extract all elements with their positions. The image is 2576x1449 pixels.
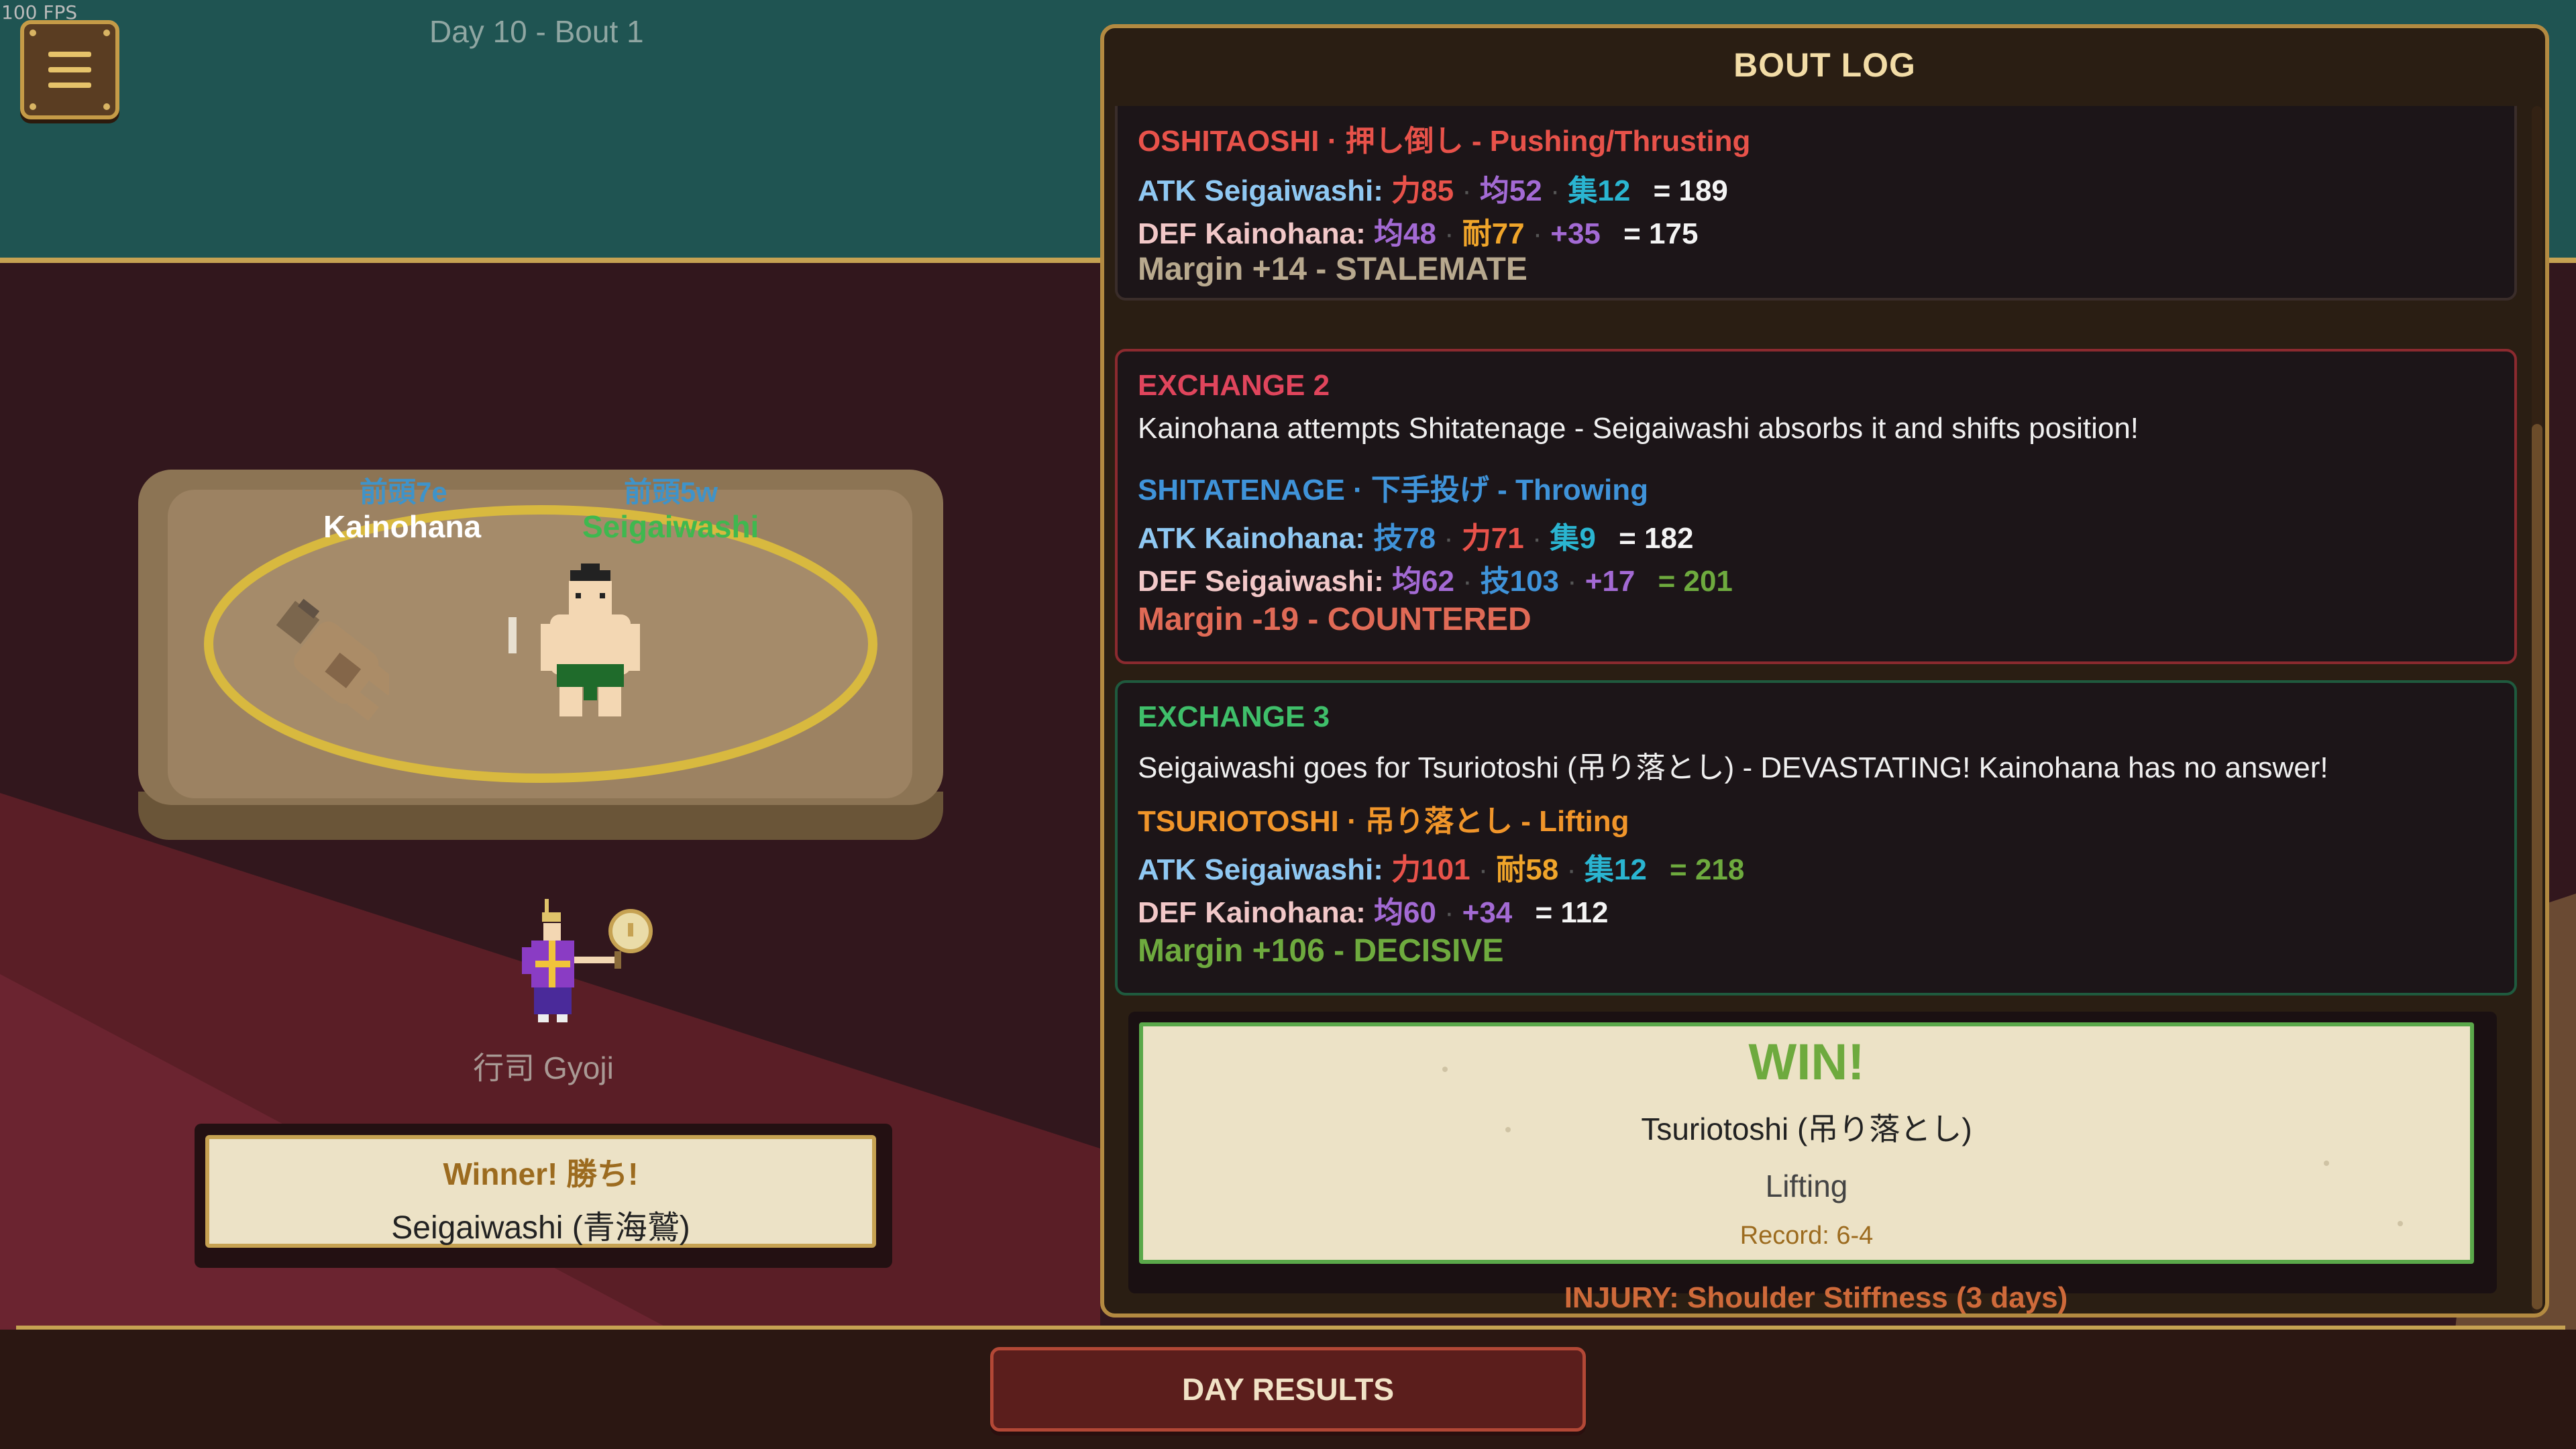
separator-dot: · bbox=[1567, 565, 1577, 598]
separator-dot: · bbox=[1478, 853, 1489, 886]
stat-value: 集12 bbox=[1568, 174, 1631, 207]
margin-line: Margin +14 - STALEMATE bbox=[1138, 252, 1527, 287]
separator-dot: · bbox=[1444, 522, 1454, 555]
atk-total: = 218 bbox=[1670, 853, 1745, 886]
result-headline: WIN! bbox=[1748, 1034, 1865, 1091]
stat-value: 力71 bbox=[1461, 522, 1524, 555]
atk-stat-line: ATK Seigaiwashi: 力85 · 均52 · 集12 = 189 bbox=[1138, 166, 1728, 209]
east-wrestler-name: Kainohana bbox=[323, 509, 482, 544]
def-label: DEF Seigaiwashi: bbox=[1138, 565, 1384, 598]
east-rank: 前頭7e bbox=[360, 476, 447, 508]
atk-total: = 182 bbox=[1619, 522, 1694, 555]
winner-name: Seigaiwashi (青海鷲) bbox=[391, 1210, 690, 1246]
atk-stats: 力101 · 耐58 · 集12 bbox=[1391, 853, 1647, 886]
result-card: WIN! Tsuriotoshi (吊り落とし) Lifting Record:… bbox=[1139, 1022, 2474, 1264]
stat-value: 耐58 bbox=[1496, 853, 1559, 886]
stat-value: 技78 bbox=[1373, 522, 1436, 555]
rivet-icon bbox=[30, 30, 36, 36]
bottom-trim bbox=[16, 1326, 2565, 1330]
separator-dot: · bbox=[1462, 565, 1472, 598]
stat-value: 力101 bbox=[1391, 853, 1470, 886]
bout-log-panel: BOUT LOG OSHITAOSHI · 押し倒し - Pushing/Thr… bbox=[1100, 24, 2549, 1318]
atk-stats: 技78 · 力71 · 集9 bbox=[1373, 522, 1596, 555]
atk-label: ATK Seigaiwashi: bbox=[1138, 174, 1383, 207]
exchange-description: Kainohana attempts Shitatenage - Seigaiw… bbox=[1138, 412, 2139, 445]
stat-value: 均62 bbox=[1392, 565, 1454, 598]
scrollbar-thumb[interactable] bbox=[2532, 424, 2542, 1309]
def-stat-line: DEF Kainohana: 均60 · +34 = 112 bbox=[1138, 888, 1608, 931]
separator-dot: · bbox=[1462, 174, 1472, 207]
winner-title: Winner! 勝ち! bbox=[443, 1157, 639, 1191]
result-record: Record: 6-4 bbox=[1739, 1222, 1874, 1250]
separator-dot: · bbox=[1550, 174, 1560, 207]
exchange-card: OSHITAOSHI · 押し倒し - Pushing/Thrusting AT… bbox=[1115, 106, 2517, 301]
stat-value: 均48 bbox=[1374, 217, 1436, 250]
atk-label: ATK Seigaiwashi: bbox=[1138, 853, 1383, 886]
stat-value: 耐77 bbox=[1462, 217, 1525, 250]
separator-dot: · bbox=[1566, 853, 1576, 886]
atk-total: = 189 bbox=[1653, 174, 1728, 207]
stat-value: 力85 bbox=[1391, 174, 1454, 207]
result-technique: Tsuriotoshi (吊り落とし) bbox=[1641, 1112, 1972, 1146]
def-stats: 均60 · +34 bbox=[1374, 896, 1512, 929]
gyoji-referee-sprite bbox=[522, 899, 653, 1022]
bout-log-scroll[interactable]: OSHITAOSHI · 押し倒し - Pushing/Thrusting AT… bbox=[1115, 106, 2524, 1313]
exchange-title: EXCHANGE 2 bbox=[1138, 369, 1330, 402]
separator-dot: · bbox=[1532, 522, 1542, 555]
atk-label: ATK Kainohana: bbox=[1138, 522, 1365, 555]
shikiri-line bbox=[508, 617, 517, 653]
def-total: = 175 bbox=[1623, 217, 1699, 250]
def-stats: 均62 · 技103 · +17 bbox=[1392, 565, 1635, 598]
rivet-icon bbox=[30, 103, 36, 110]
margin-line: Margin -19 - COUNTERED bbox=[1138, 602, 1532, 637]
def-total: = 201 bbox=[1658, 565, 1733, 598]
stat-value: +34 bbox=[1462, 896, 1513, 929]
stat-value: 均60 bbox=[1374, 896, 1436, 929]
separator-dot: · bbox=[1532, 217, 1543, 250]
injury-notice: INJURY: Shoulder Stiffness (3 days) bbox=[1564, 1281, 2068, 1313]
exchange-description: Seigaiwashi goes for Tsuriotoshi (吊り落とし)… bbox=[1138, 751, 2328, 784]
exchange-card: EXCHANGE 2 Kainohana attempts Shitatenag… bbox=[1115, 349, 2517, 664]
day-results-button[interactable]: DAY RESULTS bbox=[990, 1347, 1586, 1432]
west-wrestler-name: Seigaiwashi bbox=[582, 509, 759, 544]
rivet-icon bbox=[103, 103, 110, 110]
stat-value: +35 bbox=[1550, 217, 1601, 250]
def-label: DEF Kainohana: bbox=[1138, 896, 1366, 929]
def-stat-line: DEF Seigaiwashi: 均62 · 技103 · +17 = 201 bbox=[1138, 557, 1733, 600]
technique-line: SHITATENAGE · 下手投げ - Throwing bbox=[1138, 474, 1648, 506]
result-technique-type: Lifting bbox=[1765, 1169, 1848, 1203]
menu-button[interactable] bbox=[20, 20, 119, 119]
technique-line: TSURIOTOSHI · 吊り落とし - Lifting bbox=[1138, 805, 1629, 838]
hamburger-icon bbox=[48, 52, 91, 88]
exchange-title: EXCHANGE 3 bbox=[1138, 700, 1330, 733]
atk-stat-line: ATK Seigaiwashi: 力101 · 耐58 · 集12 = 218 bbox=[1138, 845, 1744, 888]
margin-line: Margin +106 - DECISIVE bbox=[1138, 933, 1504, 969]
atk-stats: 力85 · 均52 · 集12 bbox=[1391, 174, 1630, 207]
gyoji-label: 行司 Gyoji bbox=[473, 1051, 614, 1085]
def-total: = 112 bbox=[1535, 896, 1609, 929]
winner-card: Winner! 勝ち! Seigaiwashi (青海鷲) bbox=[205, 1135, 876, 1248]
def-stat-line: DEF Kainohana: 均48 · 耐77 · +35 = 175 bbox=[1138, 209, 1698, 252]
fallen-wrestler-sprite bbox=[276, 598, 389, 721]
day-bout-label: Day 10 - Bout 1 bbox=[429, 14, 644, 49]
stat-value: 技103 bbox=[1480, 565, 1560, 598]
exchange-card: EXCHANGE 3 Seigaiwashi goes for Tsurioto… bbox=[1115, 680, 2517, 996]
atk-stat-line: ATK Kainohana: 技78 · 力71 · 集9 = 182 bbox=[1138, 514, 1693, 557]
def-label: DEF Kainohana: bbox=[1138, 217, 1366, 250]
stat-value: 集9 bbox=[1550, 522, 1596, 555]
stat-value: 集12 bbox=[1584, 853, 1647, 886]
winning-wrestler-sprite bbox=[541, 564, 640, 716]
rivet-icon bbox=[103, 30, 110, 36]
separator-dot: · bbox=[1444, 896, 1454, 929]
def-stats: 均48 · 耐77 · +35 bbox=[1374, 217, 1601, 250]
technique-line: OSHITAOSHI · 押し倒し - Pushing/Thrusting bbox=[1138, 125, 1751, 158]
separator-dot: · bbox=[1444, 217, 1454, 250]
bout-log-title: BOUT LOG bbox=[1733, 46, 1916, 84]
west-rank: 前頭5w bbox=[624, 476, 718, 508]
stat-value: 均52 bbox=[1479, 174, 1542, 207]
stat-value: +17 bbox=[1585, 565, 1635, 598]
